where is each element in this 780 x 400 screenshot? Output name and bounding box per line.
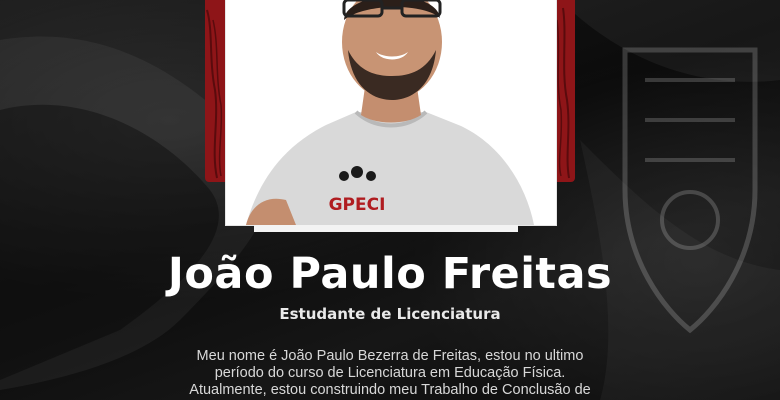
bio-line: Meu nome é João Paulo Bezerra de Freitas…: [196, 348, 584, 364]
person-role: Estudante de Licenciatura: [279, 305, 501, 323]
person-name: João Paulo Freitas: [167, 249, 613, 299]
bio-line: período do curso de Licenciatura em Educ…: [214, 365, 566, 381]
portrait-photo: GPECI: [226, 0, 556, 225]
bio-text: Meu nome é João Paulo Bezerra de Freitas…: [150, 348, 630, 399]
photo-bottom-bar: [254, 225, 518, 232]
bio-line: Atualmente, estou construindo meu Trabal…: [189, 382, 591, 398]
shirt-logo-text: GPECI: [329, 195, 386, 215]
